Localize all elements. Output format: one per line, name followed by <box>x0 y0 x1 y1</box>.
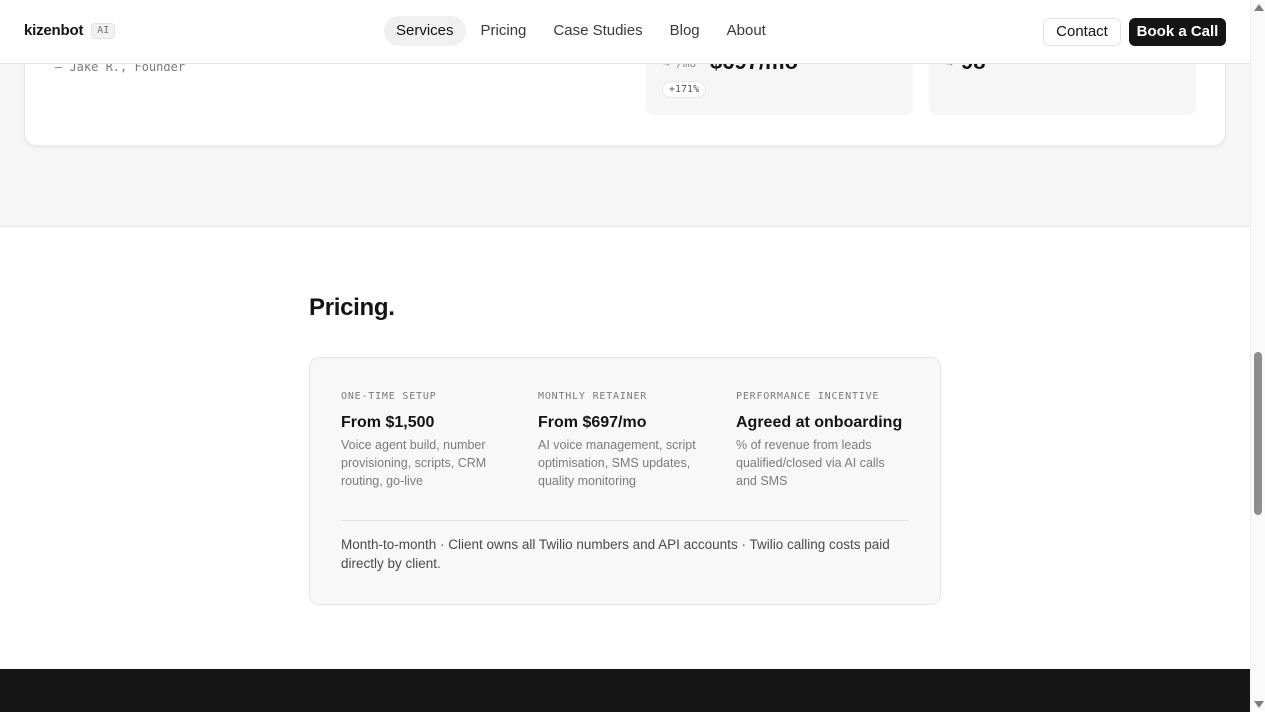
scroll-down-arrow-icon[interactable] <box>1254 701 1264 708</box>
scroll-thumb[interactable] <box>1254 352 1262 515</box>
plan-label: MONTHLY RETAINER <box>538 391 648 402</box>
pricing-card: ONE-TIME SETUP From $1,500 Voice agent b… <box>309 357 941 605</box>
nav-item-services[interactable]: Services <box>384 16 466 46</box>
pricing-footnote: Month-to-month · Client owns all Twilio … <box>341 537 890 571</box>
logo-name: kizenbot <box>24 22 84 39</box>
plan-description: Voice agent build, number provisioning, … <box>341 438 487 488</box>
metric-change-badge: +171% <box>662 81 707 98</box>
plan-price: From $697/mo <box>538 414 647 431</box>
pricing-title: Pricing. <box>309 294 395 321</box>
scroll-up-arrow-icon[interactable] <box>1254 4 1264 11</box>
nav-item-about[interactable]: About <box>715 16 778 46</box>
plan-price: Agreed at onboarding <box>736 414 903 431</box>
vertical-scrollbar[interactable] <box>1250 0 1265 712</box>
contact-button[interactable]: Contact <box>1043 18 1121 46</box>
plan-price: From $1,500 <box>341 414 435 431</box>
page: — Jake R., Founder → /mo $697/mo +171% →… <box>0 0 1250 712</box>
nav-item-pricing[interactable]: Pricing <box>469 16 539 46</box>
plan-description: % of revenue from leads qualified/closed… <box>736 438 885 488</box>
plan-one-time-setup: ONE-TIME SETUP From $1,500 Voice agent b… <box>341 391 511 490</box>
plan-performance-incentive: PERFORMANCE INCENTIVE Agreed at onboardi… <box>736 391 906 490</box>
logo-badge: AI <box>91 22 116 39</box>
site-footer <box>0 669 1250 712</box>
nav-item-blog[interactable]: Blog <box>658 16 712 46</box>
divider <box>341 520 909 521</box>
logo[interactable]: kizenbot AI <box>24 22 116 39</box>
site-header: kizenbot AI Services Pricing Case Studie… <box>0 0 1250 64</box>
plan-label: ONE-TIME SETUP <box>341 391 437 402</box>
plan-label: PERFORMANCE INCENTIVE <box>736 391 880 402</box>
main-nav: Services Pricing Case Studies Blog About <box>384 16 781 46</box>
nav-item-case-studies[interactable]: Case Studies <box>541 16 654 46</box>
book-call-button[interactable]: Book a Call <box>1129 18 1226 46</box>
pricing-section: Pricing. ONE-TIME SETUP From $1,500 Voic… <box>0 227 1250 669</box>
plan-monthly-retainer: MONTHLY RETAINER From $697/mo AI voice m… <box>538 391 708 490</box>
plan-description: AI voice management, script optimisation… <box>538 438 696 488</box>
